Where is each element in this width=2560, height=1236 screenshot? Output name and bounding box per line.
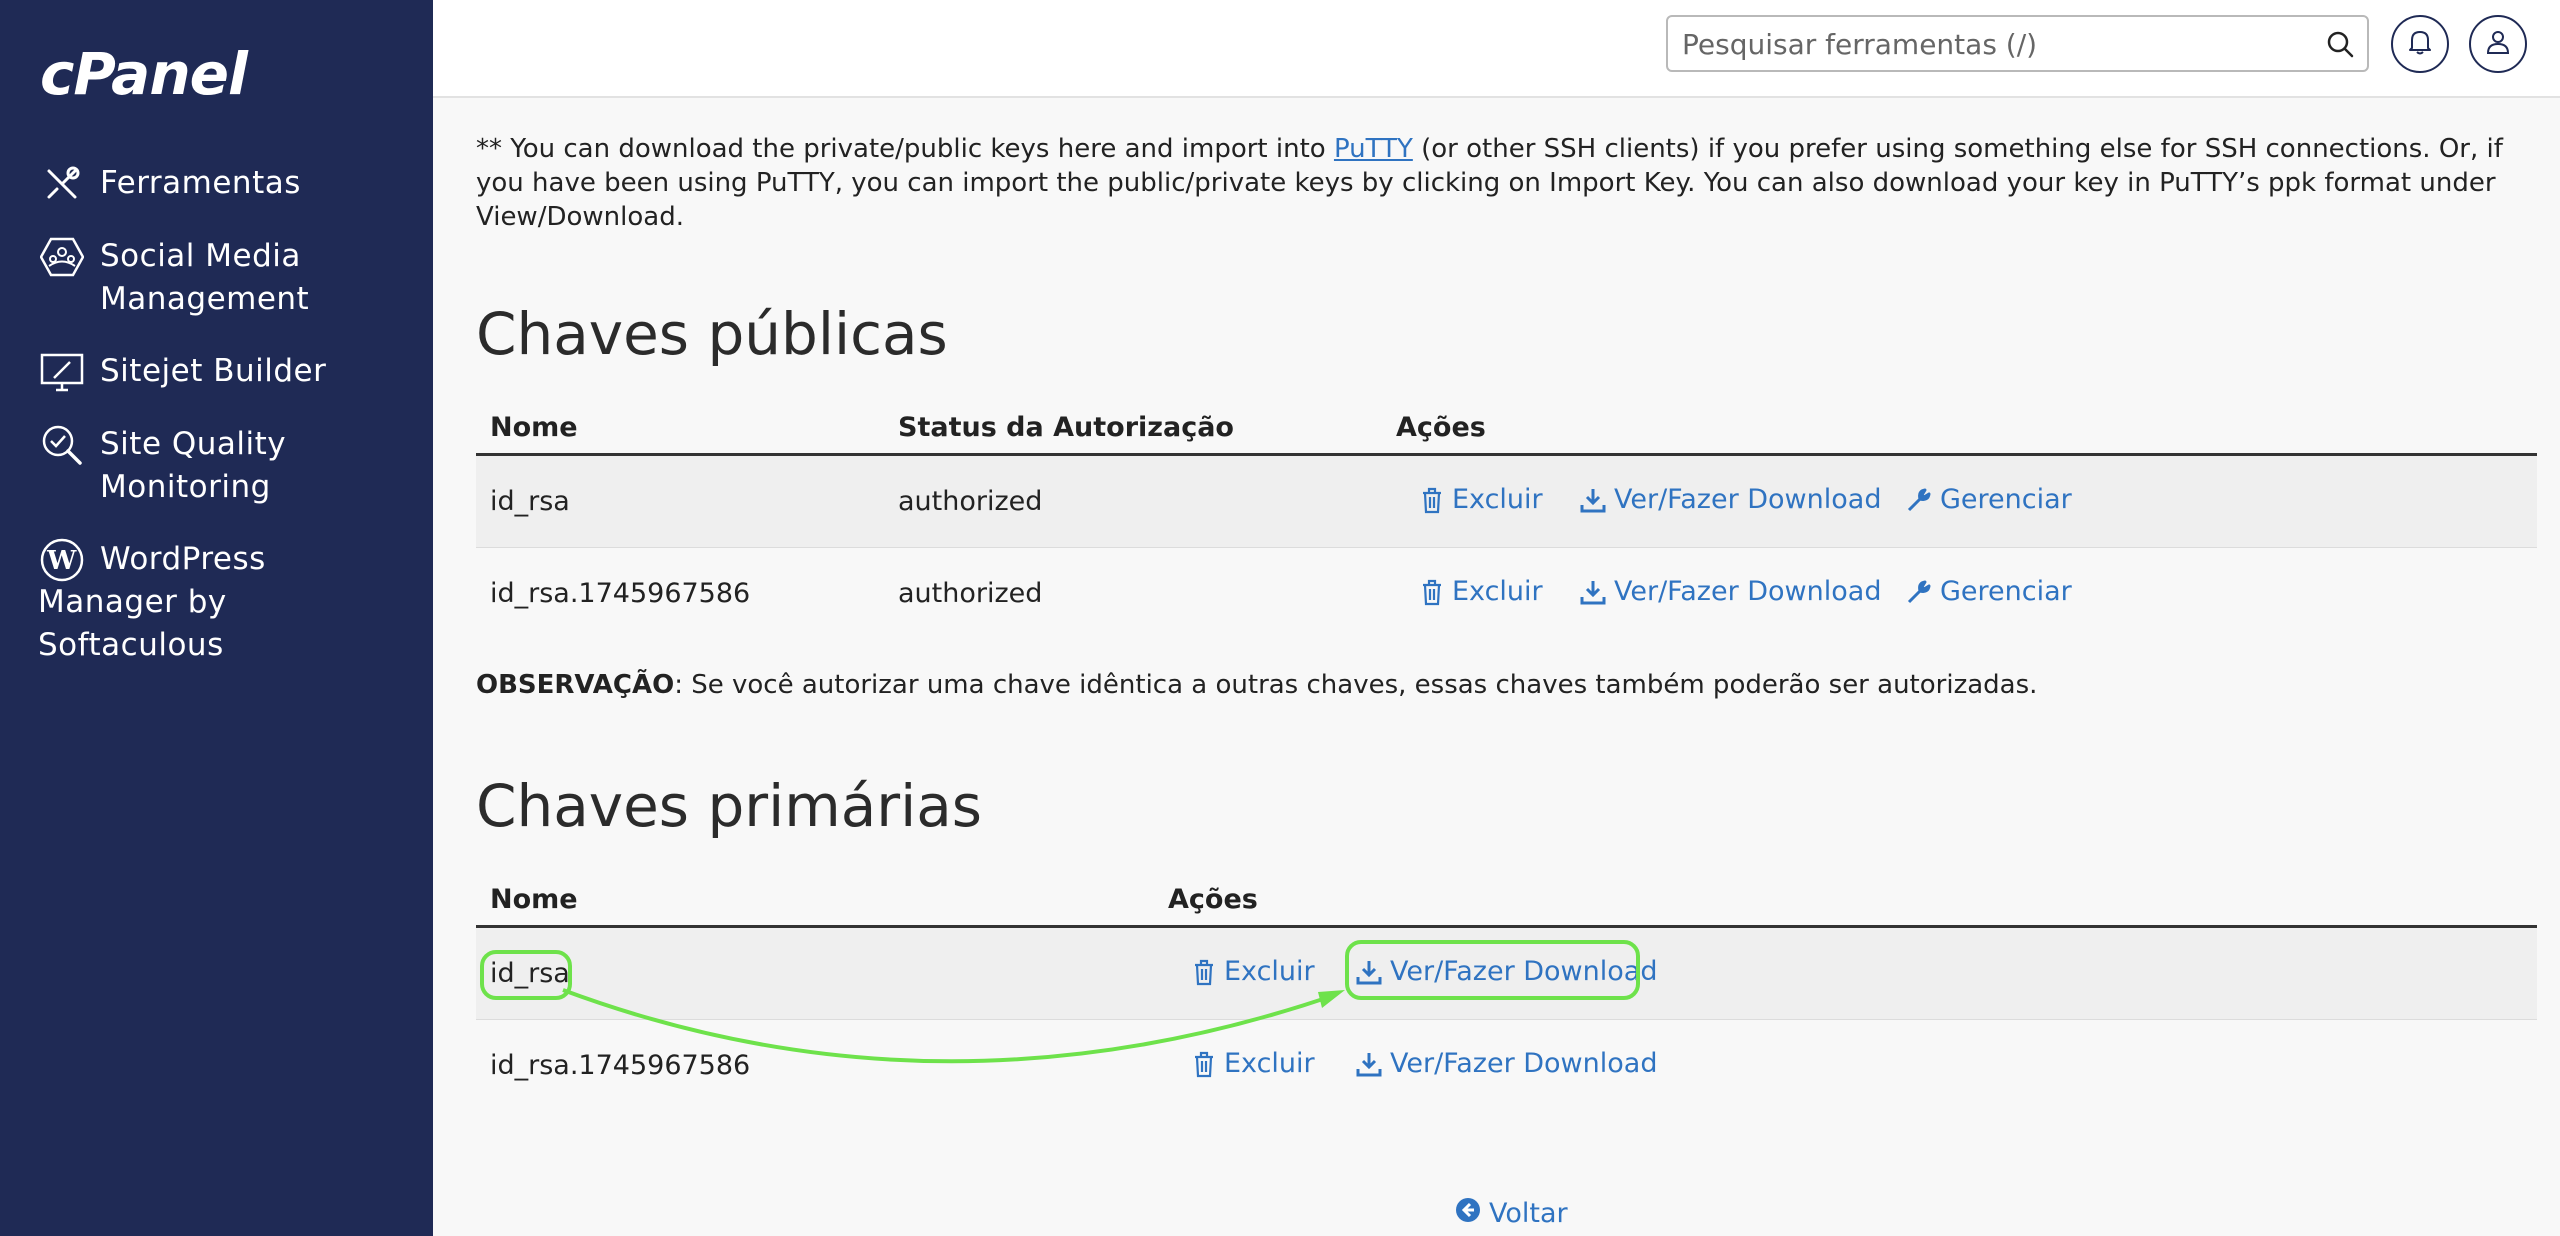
key-status: authorized — [898, 486, 1043, 517]
key-name: id_rsa — [490, 486, 570, 517]
table-row: id_rsa.1745967586 authorized Excluir Ver… — [476, 548, 2537, 640]
download-label: Ver/Fazer Download — [1390, 956, 1658, 987]
sidebar-item-label: Social Media Management — [100, 238, 310, 317]
sidebar-item-label: WordPress Manager by Softaculous — [38, 541, 266, 663]
trash-icon — [1423, 579, 1441, 605]
social-media-icon — [40, 235, 84, 279]
key-name: id_rsa.1745967586 — [490, 1050, 751, 1081]
private-keys-table: Nome Ações id_rsa Excluir Ver/Fazer Down… — [476, 868, 2537, 1112]
key-status: authorized — [898, 578, 1043, 609]
manage-label: Gerenciar — [1940, 576, 2072, 607]
download-icon — [1580, 580, 1606, 604]
delete-link[interactable]: Excluir — [1420, 484, 1543, 515]
download-link[interactable]: Ver/Fazer Download — [1356, 956, 1657, 987]
private-keys-title: Chaves primárias — [476, 772, 982, 840]
download-label: Ver/Fazer Download — [1614, 576, 1882, 607]
download-icon — [1356, 1052, 1382, 1076]
wrench-icon — [1907, 580, 1931, 603]
sidebar-item-label: Sitejet Builder — [100, 353, 327, 389]
column-header-status: Status da Autorização — [898, 412, 1234, 443]
sidebar-item-site-quality[interactable]: Site Quality Monitoring — [40, 423, 286, 509]
note-label: OBSERVAÇÃO — [476, 670, 675, 700]
table-header: Nome Ações — [476, 868, 2537, 928]
note-body: : Se você autorizar uma chave idêntica a… — [674, 670, 2038, 700]
wrench-icon — [1907, 488, 1931, 511]
sitejet-icon — [40, 350, 84, 394]
putty-link[interactable]: PuTTY — [1334, 134, 1413, 164]
download-link[interactable]: Ver/Fazer Download — [1580, 576, 1881, 607]
delete-label: Excluir — [1224, 1048, 1315, 1079]
intro-text: ** You can download the private/public k… — [476, 132, 2526, 234]
trash-icon — [1423, 487, 1441, 513]
user-icon — [2485, 28, 2511, 60]
public-keys-table: Nome Status da Autorização Ações id_rsa … — [476, 396, 2537, 640]
delete-link[interactable]: Excluir — [1192, 1048, 1315, 1079]
delete-link[interactable]: Excluir — [1192, 956, 1315, 987]
delete-link[interactable]: Excluir — [1420, 576, 1543, 607]
download-icon — [1580, 488, 1606, 512]
tools-icon — [40, 162, 84, 206]
search-input[interactable] — [1682, 23, 2302, 65]
column-header-actions: Ações — [1396, 412, 1486, 443]
trash-icon — [1195, 959, 1213, 985]
download-icon — [1356, 960, 1382, 984]
sidebar-item-sitejet[interactable]: Sitejet Builder — [40, 350, 326, 394]
arrow-left-circle-icon — [1455, 1197, 1481, 1230]
sidebar-item-wordpress[interactable]: W WordPress Manager by Softaculous — [38, 538, 266, 667]
manage-link[interactable]: Gerenciar — [1906, 484, 2072, 515]
search-icon[interactable] — [2325, 29, 2355, 59]
site-quality-icon — [40, 423, 84, 467]
delete-label: Excluir — [1452, 576, 1543, 607]
download-link[interactable]: Ver/Fazer Download — [1356, 1048, 1657, 1079]
table-row: id_rsa Excluir Ver/Fazer Download — [476, 928, 2537, 1020]
cpanel-logo[interactable]: cPanel — [40, 40, 248, 108]
table-row: id_rsa authorized Excluir Ver/Fazer Down… — [476, 456, 2537, 548]
manage-label: Gerenciar — [1940, 484, 2072, 515]
column-header-name: Nome — [490, 412, 578, 443]
back-label: Voltar — [1489, 1198, 1568, 1229]
column-header-name: Nome — [490, 884, 578, 915]
key-name: id_rsa.1745967586 — [490, 578, 751, 609]
table-row: id_rsa.1745967586 Excluir Ver/Fazer Down… — [476, 1020, 2537, 1112]
back-link[interactable]: Voltar — [1455, 1197, 1568, 1230]
column-header-actions: Ações — [1168, 884, 1258, 915]
search-box[interactable] — [1666, 15, 2369, 72]
sidebar-item-label: Site Quality Monitoring — [100, 426, 287, 505]
download-label: Ver/Fazer Download — [1614, 484, 1882, 515]
topbar — [433, 0, 2560, 98]
download-link[interactable]: Ver/Fazer Download — [1580, 484, 1881, 515]
manage-link[interactable]: Gerenciar — [1906, 576, 2072, 607]
delete-label: Excluir — [1452, 484, 1543, 515]
delete-label: Excluir — [1224, 956, 1315, 987]
sidebar-item-label: Ferramentas — [100, 165, 301, 201]
download-label: Ver/Fazer Download — [1390, 1048, 1658, 1079]
table-header: Nome Status da Autorização Ações — [476, 396, 2537, 456]
trash-icon — [1195, 1051, 1213, 1077]
public-keys-title: Chaves públicas — [476, 300, 948, 368]
sidebar: cPanel Ferramentas Social Media Manageme… — [0, 0, 433, 1236]
note-text: OBSERVAÇÃO: Se você autorizar uma chave … — [476, 670, 2037, 700]
sidebar-item-social-media[interactable]: Social Media Management — [40, 235, 309, 321]
intro-text-part: ** You can download the private/public k… — [476, 134, 1334, 164]
notifications-button[interactable] — [2391, 15, 2449, 73]
key-name: id_rsa — [490, 958, 570, 989]
sidebar-item-ferramentas[interactable]: Ferramentas — [40, 162, 301, 206]
bell-icon — [2407, 28, 2433, 60]
user-menu-button[interactable] — [2469, 15, 2527, 73]
